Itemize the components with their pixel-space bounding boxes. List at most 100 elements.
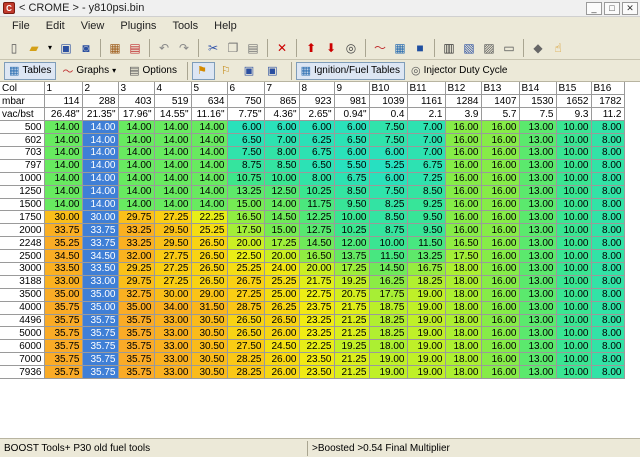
fuel-cell[interactable]: 18.25 xyxy=(369,314,408,328)
fuel-cell[interactable]: 9.50 xyxy=(407,210,446,225)
fuel-cell[interactable]: 10.00 xyxy=(556,314,592,328)
fuel-cell[interactable]: 35.00 xyxy=(118,301,155,315)
fuel-cell[interactable]: 21.25 xyxy=(334,365,370,379)
fuel-cell[interactable]: 35.00 xyxy=(82,301,119,315)
fuel-cell[interactable]: 13.00 xyxy=(519,185,557,199)
fuel-cell[interactable]: 14.00 xyxy=(154,185,192,199)
fuel-cell[interactable]: 30.00 xyxy=(154,288,192,302)
vac-bst-row-cell[interactable]: 7.5 xyxy=(519,107,557,122)
fuel-cell[interactable]: 22.75 xyxy=(299,288,335,302)
fuel-cell[interactable]: 29.75 xyxy=(118,210,155,225)
column-header-row-cell[interactable]: B14 xyxy=(519,82,557,96)
fuel-cell[interactable]: 30.50 xyxy=(191,326,228,341)
fuel-cell[interactable]: 8.25 xyxy=(369,198,408,212)
fuel-cell[interactable]: 21.25 xyxy=(334,352,370,367)
rpm-row-label[interactable]: 2248 xyxy=(0,236,45,251)
fuel-cell[interactable]: 14.00 xyxy=(154,198,192,212)
rpm-row-label[interactable]: 7000 xyxy=(0,352,45,367)
redo-icon[interactable]: ↷ xyxy=(176,40,192,56)
mbar-row-cell[interactable]: 1161 xyxy=(407,94,446,109)
fuel-cell[interactable]: 27.25 xyxy=(154,210,192,225)
mbar-row-cell[interactable]: 403 xyxy=(118,94,155,109)
fuel-cell[interactable]: 18.00 xyxy=(445,365,482,379)
fuel-cell[interactable]: 26.75 xyxy=(227,275,265,289)
fuel-cell[interactable]: 10.00 xyxy=(556,288,592,302)
fuel-cell[interactable]: 16.50 xyxy=(299,249,335,263)
fuel-cell[interactable]: 7.50 xyxy=(369,185,408,199)
fuel-cell[interactable]: 16.00 xyxy=(481,172,520,186)
fuel-cell[interactable]: 13.00 xyxy=(519,210,557,225)
fuel-cell[interactable]: 14.00 xyxy=(118,120,155,135)
column-header-row-cell[interactable]: B11 xyxy=(407,82,446,96)
fuel-cell[interactable]: 16.00 xyxy=(481,288,520,302)
fuel-cell[interactable]: 8.00 xyxy=(591,185,625,199)
fuel-cell[interactable]: 10.00 xyxy=(264,172,300,186)
fuel-cell[interactable]: 33.50 xyxy=(82,262,119,276)
fuel-cell[interactable]: 14.00 xyxy=(118,146,155,160)
vac-bst-row-cell[interactable]: 9.3 xyxy=(556,107,592,122)
vac-bst-row-cell[interactable]: 0.94" xyxy=(334,107,370,122)
fuel-cell[interactable]: 14.00 xyxy=(44,120,83,135)
fuel-cell[interactable]: 26.00 xyxy=(264,352,300,367)
column-header-row-cell[interactable]: 2 xyxy=(82,82,119,96)
fuel-cell[interactable]: 27.25 xyxy=(154,262,192,276)
fuel-cell[interactable]: 14.00 xyxy=(191,185,228,199)
column-header-row-cell[interactable]: 9 xyxy=(334,82,370,96)
column-header-row-cell[interactable]: 7 xyxy=(264,82,300,96)
fuel-cell[interactable]: 5.50 xyxy=(334,159,370,173)
fuel-cell[interactable]: 23.25 xyxy=(299,314,335,328)
fuel-cell[interactable]: 29.50 xyxy=(154,236,192,251)
fuel-cell[interactable]: 18.00 xyxy=(445,352,482,367)
fuel-cell[interactable]: 15.00 xyxy=(227,198,265,212)
fuel-cell[interactable]: 14.00 xyxy=(82,133,119,147)
fuel-cell[interactable]: 13.00 xyxy=(519,198,557,212)
column-header-row-cell[interactable]: B10 xyxy=(369,82,408,96)
vac-bst-row-cell[interactable]: 7.75" xyxy=(227,107,265,122)
fuel-cell[interactable]: 14.00 xyxy=(154,133,192,147)
mbar-row-cell[interactable]: 519 xyxy=(154,94,192,109)
fuel-cell[interactable]: 10.00 xyxy=(556,352,592,367)
fuel-cell[interactable]: 14.00 xyxy=(118,198,155,212)
fuel-cell[interactable]: 18.00 xyxy=(445,326,482,341)
close-button[interactable]: ✕ xyxy=(622,1,638,15)
fuel-cell[interactable]: 33.75 xyxy=(82,236,119,251)
fuel-cell[interactable]: 14.00 xyxy=(154,159,192,173)
rpm-row-label[interactable]: 797 xyxy=(0,159,45,173)
fuel-cell[interactable]: 35.75 xyxy=(44,365,83,379)
fuel-cell[interactable]: 16.00 xyxy=(481,339,520,354)
fuel-cell[interactable]: 16.50 xyxy=(445,236,482,251)
fuel-cell[interactable]: 29.25 xyxy=(118,262,155,276)
vac-bst-row-cell[interactable]: 2.1 xyxy=(407,107,446,122)
fuel-cell[interactable]: 6.50 xyxy=(299,159,335,173)
fuel-cell[interactable]: 30.00 xyxy=(44,210,83,225)
document-icon[interactable]: ▭ xyxy=(501,40,517,56)
fuel-cell[interactable]: 13.00 xyxy=(519,326,557,341)
fuel-cell[interactable]: 33.00 xyxy=(154,326,192,341)
fuel-cell[interactable]: 10.00 xyxy=(556,146,592,160)
fuel-cell[interactable]: 14.00 xyxy=(44,172,83,186)
fuel-cell[interactable]: 6.00 xyxy=(369,172,408,186)
fuel-cell[interactable]: 10.00 xyxy=(556,326,592,341)
fuel-cell[interactable]: 6.00 xyxy=(334,146,370,160)
mbar-row-cell[interactable]: 865 xyxy=(264,94,300,109)
fuel-cell[interactable]: 12.25 xyxy=(299,210,335,225)
vac-bst-row-cell[interactable]: 5.7 xyxy=(481,107,520,122)
fuel-cell[interactable]: 12.00 xyxy=(334,236,370,251)
rpm-row-label[interactable]: 3188 xyxy=(0,275,45,289)
fuel-cell[interactable]: 14.00 xyxy=(191,198,228,212)
fuel-cell[interactable]: 10.00 xyxy=(556,172,592,186)
rpm-row-label[interactable]: 2500 xyxy=(0,249,45,263)
vac-bst-row-cell[interactable]: 11.16" xyxy=(191,107,228,122)
rpm-row-label[interactable]: 1500 xyxy=(0,198,45,212)
fuel-cell[interactable]: 35.25 xyxy=(44,236,83,251)
fuel-cell[interactable]: 14.00 xyxy=(82,159,119,173)
fuel-cell[interactable]: 12.50 xyxy=(264,185,300,199)
graphs-button[interactable]: 〜 Graphs ▾ xyxy=(58,62,123,80)
fuel-cell[interactable]: 13.00 xyxy=(519,223,557,238)
fuel-cell[interactable]: 19.00 xyxy=(407,352,446,367)
rpm-row-label[interactable]: 4000 xyxy=(0,301,45,315)
fuel-cell[interactable]: 20.75 xyxy=(334,288,370,302)
fuel-cell[interactable]: 25.25 xyxy=(264,275,300,289)
fuel-cell[interactable]: 30.50 xyxy=(191,365,228,379)
fuel-cell[interactable]: 35.75 xyxy=(44,352,83,367)
